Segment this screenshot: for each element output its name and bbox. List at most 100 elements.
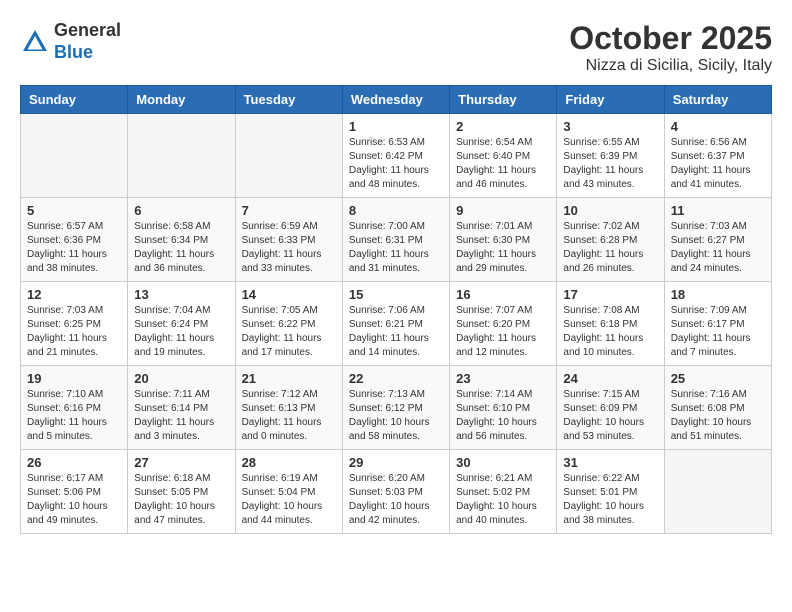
day-number: 21 (242, 371, 336, 386)
day-info: Sunrise: 6:56 AM Sunset: 6:37 PM Dayligh… (671, 136, 765, 192)
day-number: 25 (671, 371, 765, 386)
calendar-cell: 27Sunrise: 6:18 AM Sunset: 5:05 PM Dayli… (128, 450, 235, 534)
day-number: 31 (563, 455, 657, 470)
day-number: 14 (242, 287, 336, 302)
day-number: 10 (563, 203, 657, 218)
calendar-cell: 3 Sunrise: 6:55 AM Sunset: 6:39 PM Daylig… (557, 114, 664, 198)
calendar-cell: 31 Sunrise: 6:22 AM Sunset: 5:01 PM Dayli… (557, 450, 664, 534)
day-info: Sunrise: 6:55 AM Sunset: 6:39 PM Dayligh… (563, 136, 657, 192)
calendar-cell: 26Sunrise: 6:17 AM Sunset: 5:06 PM Dayli… (21, 450, 128, 534)
day-number: 22 (349, 371, 443, 386)
title-block: October 2025 Nizza di Sicilia, Sicily, I… (569, 20, 772, 75)
day-number: 3 (563, 119, 657, 134)
calendar-cell: 22Sunrise: 7:13 AM Sunset: 6:12 PM Dayli… (342, 366, 449, 450)
weekday-row: SundayMondayTuesdayWednesdayThursdayFrid… (21, 86, 772, 114)
day-info: Sunrise: 7:08 AM Sunset: 6:18 PM Dayligh… (563, 304, 657, 360)
calendar-cell: 6 Sunrise: 6:58 AM Sunset: 6:34 PM Daylig… (128, 198, 235, 282)
day-info: Sunrise: 7:04 AM Sunset: 6:24 PM Dayligh… (134, 304, 228, 360)
day-number: 9 (456, 203, 550, 218)
day-number: 24 (563, 371, 657, 386)
calendar-cell (128, 114, 235, 198)
day-info: Sunrise: 7:15 AM Sunset: 6:09 PM Dayligh… (563, 388, 657, 444)
calendar-week-row: 26Sunrise: 6:17 AM Sunset: 5:06 PM Dayli… (21, 450, 772, 534)
calendar-cell: 10 Sunrise: 7:02 AM Sunset: 6:28 PM Dayli… (557, 198, 664, 282)
day-info: Sunrise: 6:20 AM Sunset: 5:03 PM Dayligh… (349, 472, 443, 528)
day-info: Sunrise: 6:22 AM Sunset: 5:01 PM Dayligh… (563, 472, 657, 528)
logo-blue: Blue (54, 42, 121, 64)
weekday-header: Tuesday (235, 86, 342, 114)
day-number: 23 (456, 371, 550, 386)
calendar-cell: 4Sunrise: 6:56 AM Sunset: 6:37 PM Daylig… (664, 114, 771, 198)
day-number: 27 (134, 455, 228, 470)
calendar-cell: 25 Sunrise: 7:16 AM Sunset: 6:08 PM Dayli… (664, 366, 771, 450)
calendar-cell: 9 Sunrise: 7:01 AM Sunset: 6:30 PM Daylig… (450, 198, 557, 282)
logo-text: General Blue (54, 20, 121, 63)
weekday-header: Sunday (21, 86, 128, 114)
page-title: October 2025 (569, 20, 772, 57)
day-info: Sunrise: 7:03 AM Sunset: 6:27 PM Dayligh… (671, 220, 765, 276)
weekday-header: Friday (557, 86, 664, 114)
day-info: Sunrise: 6:53 AM Sunset: 6:42 PM Dayligh… (349, 136, 443, 192)
calendar-week-row: 19 Sunrise: 7:10 AM Sunset: 6:16 PM Dayli… (21, 366, 772, 450)
calendar-cell (664, 450, 771, 534)
day-info: Sunrise: 7:05 AM Sunset: 6:22 PM Dayligh… (242, 304, 336, 360)
day-info: Sunrise: 7:12 AM Sunset: 6:13 PM Dayligh… (242, 388, 336, 444)
page-subtitle: Nizza di Sicilia, Sicily, Italy (569, 57, 772, 75)
calendar-cell: 30Sunrise: 6:21 AM Sunset: 5:02 PM Dayli… (450, 450, 557, 534)
day-info: Sunrise: 7:16 AM Sunset: 6:08 PM Dayligh… (671, 388, 765, 444)
calendar-cell: 15 Sunrise: 7:06 AM Sunset: 6:21 PM Dayli… (342, 282, 449, 366)
day-info: Sunrise: 6:57 AM Sunset: 6:36 PM Dayligh… (27, 220, 121, 276)
day-number: 17 (563, 287, 657, 302)
calendar-cell: 7Sunrise: 6:59 AM Sunset: 6:33 PM Daylig… (235, 198, 342, 282)
day-info: Sunrise: 6:19 AM Sunset: 5:04 PM Dayligh… (242, 472, 336, 528)
day-number: 20 (134, 371, 228, 386)
day-info: Sunrise: 7:10 AM Sunset: 6:16 PM Dayligh… (27, 388, 121, 444)
day-number: 7 (242, 203, 336, 218)
day-info: Sunrise: 7:02 AM Sunset: 6:28 PM Dayligh… (563, 220, 657, 276)
calendar-cell: 12Sunrise: 7:03 AM Sunset: 6:25 PM Dayli… (21, 282, 128, 366)
calendar-cell: 5 Sunrise: 6:57 AM Sunset: 6:36 PM Daylig… (21, 198, 128, 282)
day-info: Sunrise: 7:03 AM Sunset: 6:25 PM Dayligh… (27, 304, 121, 360)
day-info: Sunrise: 7:07 AM Sunset: 6:20 PM Dayligh… (456, 304, 550, 360)
day-number: 18 (671, 287, 765, 302)
day-number: 2 (456, 119, 550, 134)
day-number: 8 (349, 203, 443, 218)
calendar-cell: 28 Sunrise: 6:19 AM Sunset: 5:04 PM Dayli… (235, 450, 342, 534)
page-header: General Blue October 2025 Nizza di Sicil… (20, 20, 772, 75)
logo-icon (20, 27, 50, 57)
calendar-cell: 19 Sunrise: 7:10 AM Sunset: 6:16 PM Dayli… (21, 366, 128, 450)
calendar-cell: 17 Sunrise: 7:08 AM Sunset: 6:18 PM Dayli… (557, 282, 664, 366)
day-number: 16 (456, 287, 550, 302)
day-number: 28 (242, 455, 336, 470)
calendar-body: 1 Sunrise: 6:53 AM Sunset: 6:42 PM Daylig… (21, 114, 772, 534)
day-number: 19 (27, 371, 121, 386)
calendar-header: SundayMondayTuesdayWednesdayThursdayFrid… (21, 86, 772, 114)
weekday-header: Saturday (664, 86, 771, 114)
calendar-week-row: 1 Sunrise: 6:53 AM Sunset: 6:42 PM Daylig… (21, 114, 772, 198)
logo-general: General (54, 20, 121, 42)
day-info: Sunrise: 6:58 AM Sunset: 6:34 PM Dayligh… (134, 220, 228, 276)
calendar-cell: 20Sunrise: 7:11 AM Sunset: 6:14 PM Dayli… (128, 366, 235, 450)
day-info: Sunrise: 7:01 AM Sunset: 6:30 PM Dayligh… (456, 220, 550, 276)
day-info: Sunrise: 7:09 AM Sunset: 6:17 PM Dayligh… (671, 304, 765, 360)
day-number: 1 (349, 119, 443, 134)
day-number: 15 (349, 287, 443, 302)
day-number: 6 (134, 203, 228, 218)
calendar-cell: 14 Sunrise: 7:05 AM Sunset: 6:22 PM Dayli… (235, 282, 342, 366)
calendar-cell: 23Sunrise: 7:14 AM Sunset: 6:10 PM Dayli… (450, 366, 557, 450)
day-info: Sunrise: 7:06 AM Sunset: 6:21 PM Dayligh… (349, 304, 443, 360)
calendar-week-row: 12Sunrise: 7:03 AM Sunset: 6:25 PM Dayli… (21, 282, 772, 366)
calendar-week-row: 5 Sunrise: 6:57 AM Sunset: 6:36 PM Daylig… (21, 198, 772, 282)
calendar-cell: 11Sunrise: 7:03 AM Sunset: 6:27 PM Dayli… (664, 198, 771, 282)
calendar-cell: 18 Sunrise: 7:09 AM Sunset: 6:17 PM Dayli… (664, 282, 771, 366)
day-number: 5 (27, 203, 121, 218)
weekday-header: Wednesday (342, 86, 449, 114)
calendar-cell: 13Sunrise: 7:04 AM Sunset: 6:24 PM Dayli… (128, 282, 235, 366)
calendar-cell: 1 Sunrise: 6:53 AM Sunset: 6:42 PM Daylig… (342, 114, 449, 198)
weekday-header: Monday (128, 86, 235, 114)
calendar-cell: 24 Sunrise: 7:15 AM Sunset: 6:09 PM Dayli… (557, 366, 664, 450)
logo: General Blue (20, 20, 121, 63)
day-info: Sunrise: 6:21 AM Sunset: 5:02 PM Dayligh… (456, 472, 550, 528)
day-number: 26 (27, 455, 121, 470)
day-info: Sunrise: 6:54 AM Sunset: 6:40 PM Dayligh… (456, 136, 550, 192)
